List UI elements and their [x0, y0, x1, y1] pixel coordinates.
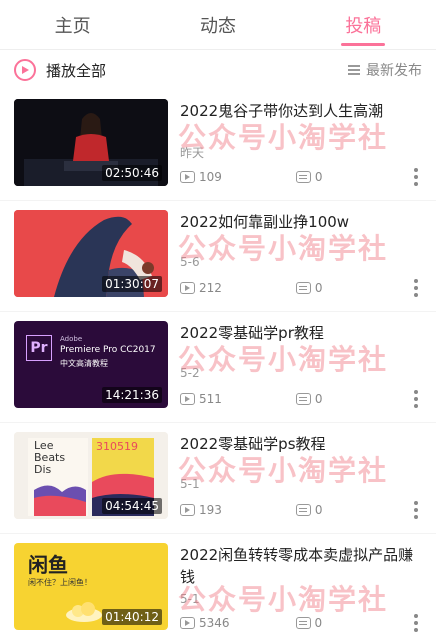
- video-item[interactable]: Lee Beats Dis 310519 04:54:45 2022零基础学ps…: [0, 423, 436, 534]
- tab-uploads[interactable]: 投稿: [291, 0, 436, 49]
- video-item[interactable]: 02:50:46 2022鬼谷子带你达到人生高潮 昨天 109 0: [0, 90, 436, 201]
- video-date: 5-6: [180, 255, 200, 269]
- comments-stat: 0: [295, 616, 323, 630]
- views-stat: 109: [180, 170, 222, 184]
- play-count-icon: [180, 171, 195, 183]
- comments-stat: 0: [295, 503, 323, 517]
- play-count-icon: [180, 617, 195, 629]
- thumb-product: Premiere Pro CC2017: [60, 345, 156, 355]
- sort-list-icon: [348, 65, 360, 75]
- video-duration: 02:50:46: [102, 165, 162, 181]
- views-count: 5346: [199, 616, 230, 630]
- video-item[interactable]: 闲鱼 闲不住？上闲鱼！ 01:40:12 2022闲鱼转转零成本卖虚拟产品赚钱 …: [0, 534, 436, 639]
- views-count: 109: [199, 170, 222, 184]
- video-thumbnail[interactable]: Pr Adobe Premiere Pro CC2017 中文高清教程 14:2…: [14, 321, 168, 408]
- views-count: 511: [199, 392, 222, 406]
- comment-icon: [295, 504, 311, 516]
- comment-icon: [295, 171, 311, 183]
- video-thumbnail[interactable]: 闲鱼 闲不住？上闲鱼！ 01:40:12: [14, 543, 168, 630]
- video-title[interactable]: 2022鬼谷子带你达到人生高潮: [180, 100, 420, 122]
- views-stat: 193: [180, 503, 222, 517]
- video-item[interactable]: 01:30:07 2022如何靠副业挣100w 5-6 212 0: [0, 201, 436, 312]
- comments-count: 0: [314, 281, 323, 295]
- more-options-icon[interactable]: [414, 614, 418, 632]
- video-date: 5-1: [180, 477, 200, 491]
- video-thumbnail[interactable]: 01:30:07: [14, 210, 168, 297]
- video-title[interactable]: 2022如何靠副业挣100w: [180, 211, 420, 233]
- thumb-subtitle: 中文高清教程: [60, 359, 108, 368]
- video-thumbnail[interactable]: 02:50:46: [14, 99, 168, 186]
- sort-label: 最新发布: [366, 63, 422, 79]
- video-stats: 511 0: [180, 392, 337, 406]
- views-stat: 212: [180, 281, 222, 295]
- more-options-icon[interactable]: [414, 279, 418, 297]
- comments-stat: 0: [295, 392, 323, 406]
- video-duration: 04:54:45: [102, 498, 162, 514]
- cloud-icon: [66, 602, 102, 622]
- play-count-icon: [180, 393, 195, 405]
- more-options-icon[interactable]: [414, 390, 418, 408]
- video-date: 昨天: [180, 146, 205, 160]
- profile-tabs: 主页 动态 投稿: [0, 0, 436, 50]
- thumb-slogan: 闲不住？上闲鱼！: [28, 578, 92, 587]
- video-duration: 01:40:12: [102, 609, 162, 625]
- play-count-icon: [180, 282, 195, 294]
- tab-home[interactable]: 主页: [0, 0, 145, 49]
- views-stat: 5346: [180, 616, 230, 630]
- list-toolbar: 播放全部 最新发布: [0, 50, 436, 90]
- comment-icon: [295, 617, 311, 629]
- tab-dynamics[interactable]: 动态: [145, 0, 290, 49]
- views-count: 212: [199, 281, 222, 295]
- more-options-icon[interactable]: [414, 501, 418, 519]
- thumb-poster-number: 310519: [96, 440, 138, 453]
- play-all-button[interactable]: 播放全部: [14, 59, 106, 81]
- video-stats: 109 0: [180, 170, 337, 184]
- play-circle-icon: [14, 59, 36, 81]
- comments-count: 0: [314, 503, 323, 517]
- video-stats: 193 0: [180, 503, 337, 517]
- comments-stat: 0: [295, 281, 323, 295]
- thumb-brand: Adobe: [60, 335, 83, 343]
- views-count: 193: [199, 503, 222, 517]
- video-duration: 01:30:07: [102, 276, 162, 292]
- comments-count: 0: [314, 616, 323, 630]
- comment-icon: [295, 282, 311, 294]
- play-all-label: 播放全部: [46, 61, 107, 80]
- play-count-icon: [180, 504, 195, 516]
- sort-button[interactable]: 最新发布: [348, 60, 422, 80]
- video-stats: 212 0: [180, 281, 337, 295]
- comment-icon: [295, 393, 311, 405]
- video-thumbnail[interactable]: Lee Beats Dis 310519 04:54:45: [14, 432, 168, 519]
- video-date: 5-1: [180, 592, 200, 606]
- comments-count: 0: [314, 170, 323, 184]
- more-options-icon[interactable]: [414, 168, 418, 186]
- video-duration: 14:21:36: [102, 387, 162, 403]
- xianyu-logo: 闲鱼: [28, 553, 68, 577]
- video-item[interactable]: Pr Adobe Premiere Pro CC2017 中文高清教程 14:2…: [0, 312, 436, 423]
- video-title[interactable]: 2022零基础学ps教程: [180, 433, 420, 455]
- video-date: 5-2: [180, 366, 200, 380]
- views-stat: 511: [180, 392, 222, 406]
- video-title[interactable]: 2022零基础学pr教程: [180, 322, 420, 344]
- comments-count: 0: [314, 392, 323, 406]
- premiere-logo: Pr: [26, 335, 52, 361]
- video-stats: 5346 0: [180, 616, 336, 630]
- thumb-poster-text: Lee Beats Dis: [34, 439, 66, 476]
- video-title[interactable]: 2022闲鱼转转零成本卖虚拟产品赚钱: [180, 544, 420, 588]
- comments-stat: 0: [295, 170, 323, 184]
- video-list: 02:50:46 2022鬼谷子带你达到人生高潮 昨天 109 0 01:30:…: [0, 90, 436, 639]
